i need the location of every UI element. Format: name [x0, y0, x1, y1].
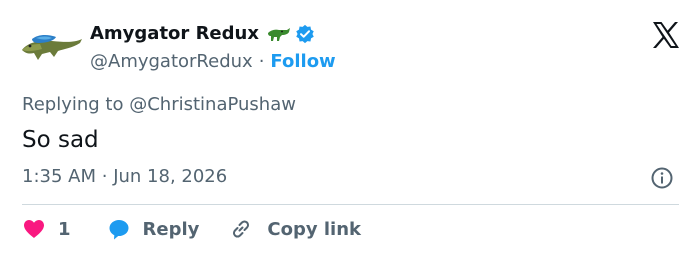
tweet-text: So sad [22, 127, 99, 153]
follow-button[interactable]: Follow [270, 51, 335, 72]
replying-to: Replying to @ChristinaPushaw [22, 92, 296, 118]
author-block: Amygator Redux @AmygatorRedux · Follow [90, 20, 336, 74]
display-name[interactable]: Amygator Redux [90, 20, 259, 48]
info-icon[interactable] [650, 166, 674, 190]
author-handle[interactable]: @AmygatorRedux [90, 51, 253, 72]
reply-mention-link[interactable]: @ChristinaPushaw [129, 94, 296, 115]
reply-label: Reply [142, 218, 200, 240]
tweet-header: Amygator Redux @AmygatorRedux · Follow [20, 20, 680, 76]
tweet-timestamp[interactable]: 1:35 AM · Jun 18, 2026 [22, 164, 227, 190]
copy-link-button[interactable]: Copy link [229, 217, 361, 241]
like-count: 1 [58, 218, 71, 240]
reply-prefix: Replying to [22, 94, 124, 115]
divider [22, 204, 679, 205]
tweet-date: Jun 18, 2026 [113, 166, 228, 187]
avatar[interactable] [20, 24, 84, 68]
link-icon [233, 220, 250, 238]
reply-bubble-icon [109, 220, 129, 240]
timestamp-separator: · [101, 166, 108, 187]
tweet-time: 1:35 AM [22, 166, 96, 187]
x-logo-icon[interactable] [650, 20, 680, 50]
verified-badge-icon [296, 24, 314, 44]
alligator-emoji-icon [267, 28, 290, 41]
heart-icon [24, 220, 44, 238]
handle-separator: · [258, 50, 265, 72]
like-button[interactable]: 1 [22, 217, 71, 241]
reply-button[interactable]: Reply [107, 217, 200, 241]
action-bar: 1 Reply Copy link [22, 214, 361, 244]
copy-link-label: Copy link [267, 218, 361, 240]
